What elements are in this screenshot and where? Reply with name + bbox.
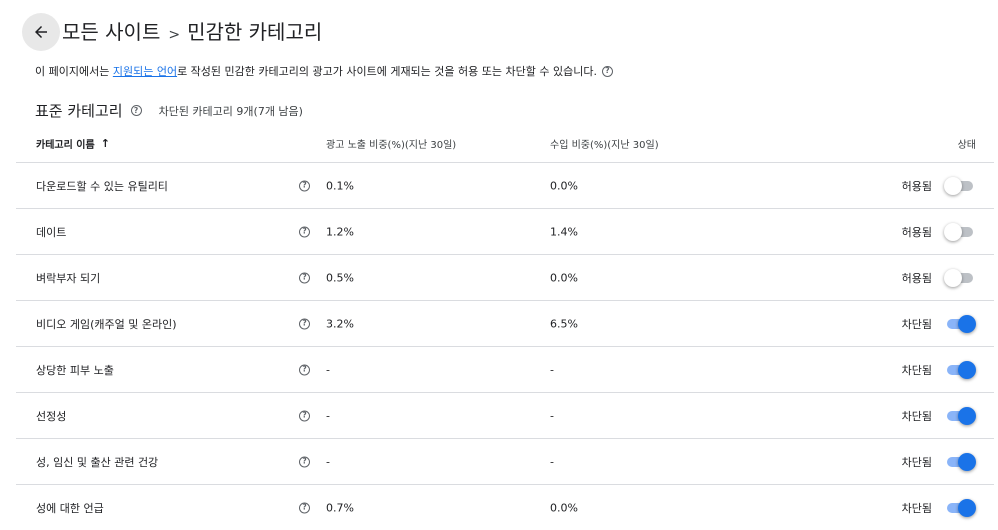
- help-icon[interactable]: ?: [299, 502, 310, 513]
- column-header-name-label: 카테고리 이름: [36, 140, 95, 151]
- category-name: 다운로드할 수 있는 유틸리티: [36, 179, 168, 193]
- status-label: 차단됨: [901, 409, 932, 423]
- help-icon[interactable]: ?: [299, 364, 310, 375]
- status-label: 차단됨: [901, 501, 932, 515]
- help-icon[interactable]: ?: [299, 180, 310, 191]
- revenue-share: -: [550, 455, 554, 468]
- table-row: 성, 임신 및 출산 관련 건강 ? - - 차단됨: [16, 439, 994, 485]
- category-name: 성, 임신 및 출산 관련 건강: [36, 455, 159, 469]
- table-header: 카테고리 이름 ↑ 광고 노출 비중(%)(지난 30일) 수입 비중(%)(지…: [16, 125, 994, 163]
- status-label: 허용됨: [901, 179, 932, 193]
- table-row: 비디오 게임(캐주얼 및 온라인) ? 3.2% 6.5% 차단됨: [16, 301, 994, 347]
- help-icon[interactable]: ?: [299, 318, 310, 329]
- description-prefix: 이 페이지에서는: [35, 65, 113, 78]
- category-name: 비디오 게임(캐주얼 및 온라인): [36, 317, 177, 331]
- status-label: 허용됨: [901, 225, 932, 239]
- toggle-knob: [944, 222, 962, 241]
- section-title: 표준 카테고리: [35, 102, 123, 120]
- status-toggle[interactable]: [944, 268, 976, 287]
- status-toggle[interactable]: [944, 176, 976, 195]
- category-name: 상당한 피부 노출: [36, 363, 114, 377]
- toggle-knob: [958, 498, 976, 517]
- impressions-share: 0.1%: [326, 179, 354, 192]
- impressions-share: -: [326, 363, 330, 376]
- status-label: 차단됨: [901, 317, 932, 331]
- breadcrumb: 모든 사이트 > 민감한 카테고리: [62, 16, 322, 45]
- impressions-share: 1.2%: [326, 225, 354, 238]
- status-label: 허용됨: [901, 271, 932, 285]
- impressions-share: -: [326, 409, 330, 422]
- column-header-revenue: 수입 비중(%)(지난 30일): [550, 140, 659, 151]
- status-toggle[interactable]: [944, 498, 976, 517]
- table-row: 상당한 피부 노출 ? - - 차단됨: [16, 347, 994, 393]
- category-name: 데이트: [36, 225, 67, 239]
- toggle-knob: [958, 452, 976, 471]
- toggle-knob: [958, 360, 976, 379]
- revenue-share: 6.5%: [550, 317, 578, 330]
- impressions-share: 0.5%: [326, 271, 354, 284]
- impressions-share: 3.2%: [326, 317, 354, 330]
- revenue-share: 0.0%: [550, 179, 578, 192]
- blocked-summary: 차단된 카테고리 9개(7개 남음): [158, 104, 303, 118]
- status-toggle[interactable]: [944, 452, 976, 471]
- sensitive-categories-page: 모든 사이트 > 민감한 카테고리 이 페이지에서는 지원되는 언어 로 작성된 …: [0, 0, 998, 530]
- breadcrumb-all-sites[interactable]: 모든 사이트: [62, 16, 160, 45]
- status-label: 차단됨: [901, 455, 932, 469]
- revenue-share: 0.0%: [550, 271, 578, 284]
- arrow-back-icon: [35, 26, 47, 38]
- help-icon[interactable]: ?: [299, 226, 310, 237]
- status-toggle[interactable]: [944, 314, 976, 333]
- breadcrumb-separator: >: [168, 27, 181, 43]
- status-label: 차단됨: [901, 363, 932, 377]
- back-button[interactable]: [22, 13, 60, 51]
- table-row: 다운로드할 수 있는 유틸리티 ? 0.1% 0.0% 허용됨: [16, 163, 994, 209]
- help-icon[interactable]: ?: [299, 410, 310, 421]
- column-header-status: 상태: [957, 140, 976, 151]
- revenue-share: 1.4%: [550, 225, 578, 238]
- toggle-knob: [944, 268, 962, 287]
- table-row: 데이트 ? 1.2% 1.4% 허용됨: [16, 209, 994, 255]
- table-row: 선정성 ? - - 차단됨: [16, 393, 994, 439]
- arrow-up-icon[interactable]: ↑: [101, 137, 110, 150]
- status-toggle[interactable]: [944, 222, 976, 241]
- revenue-share: -: [550, 363, 554, 376]
- toggle-knob: [958, 406, 976, 425]
- impressions-share: 0.7%: [326, 501, 354, 514]
- page-title: 민감한 카테고리: [187, 20, 323, 44]
- category-name: 벼락부자 되기: [36, 271, 101, 285]
- section-header: 표준 카테고리 ? 차단된 카테고리 9개(7개 남음): [35, 100, 303, 121]
- status-toggle[interactable]: [944, 360, 976, 379]
- categories-table: 카테고리 이름 ↑ 광고 노출 비중(%)(지난 30일) 수입 비중(%)(지…: [16, 125, 994, 530]
- help-icon[interactable]: ?: [130, 105, 142, 116]
- table-row: 벼락부자 되기 ? 0.5% 0.0% 허용됨: [16, 255, 994, 301]
- toggle-knob: [958, 314, 976, 333]
- table-row: 성에 대한 언급 ? 0.7% 0.0% 차단됨: [16, 485, 994, 530]
- help-icon[interactable]: ?: [299, 456, 310, 467]
- table-body: 다운로드할 수 있는 유틸리티 ? 0.1% 0.0% 허용됨 데이트 ? 1.…: [16, 163, 994, 530]
- category-name: 성에 대한 언급: [36, 501, 104, 515]
- impressions-share: -: [326, 455, 330, 468]
- column-header-name[interactable]: 카테고리 이름 ↑: [36, 136, 110, 151]
- help-icon[interactable]: ?: [601, 65, 613, 77]
- revenue-share: 0.0%: [550, 501, 578, 514]
- category-name: 선정성: [36, 409, 67, 423]
- help-icon[interactable]: ?: [299, 272, 310, 283]
- revenue-share: -: [550, 409, 554, 422]
- supported-languages-link[interactable]: 지원되는 언어: [113, 63, 177, 79]
- description-suffix: 로 작성된 민감한 카테고리의 광고가 사이트에 게재되는 것을 허용 또는 차…: [177, 65, 597, 78]
- column-header-impressions: 광고 노출 비중(%)(지난 30일): [326, 140, 457, 151]
- status-toggle[interactable]: [944, 406, 976, 425]
- toggle-knob: [944, 176, 962, 195]
- page-description: 이 페이지에서는 지원되는 언어 로 작성된 민감한 카테고리의 광고가 사이트에…: [35, 63, 613, 79]
